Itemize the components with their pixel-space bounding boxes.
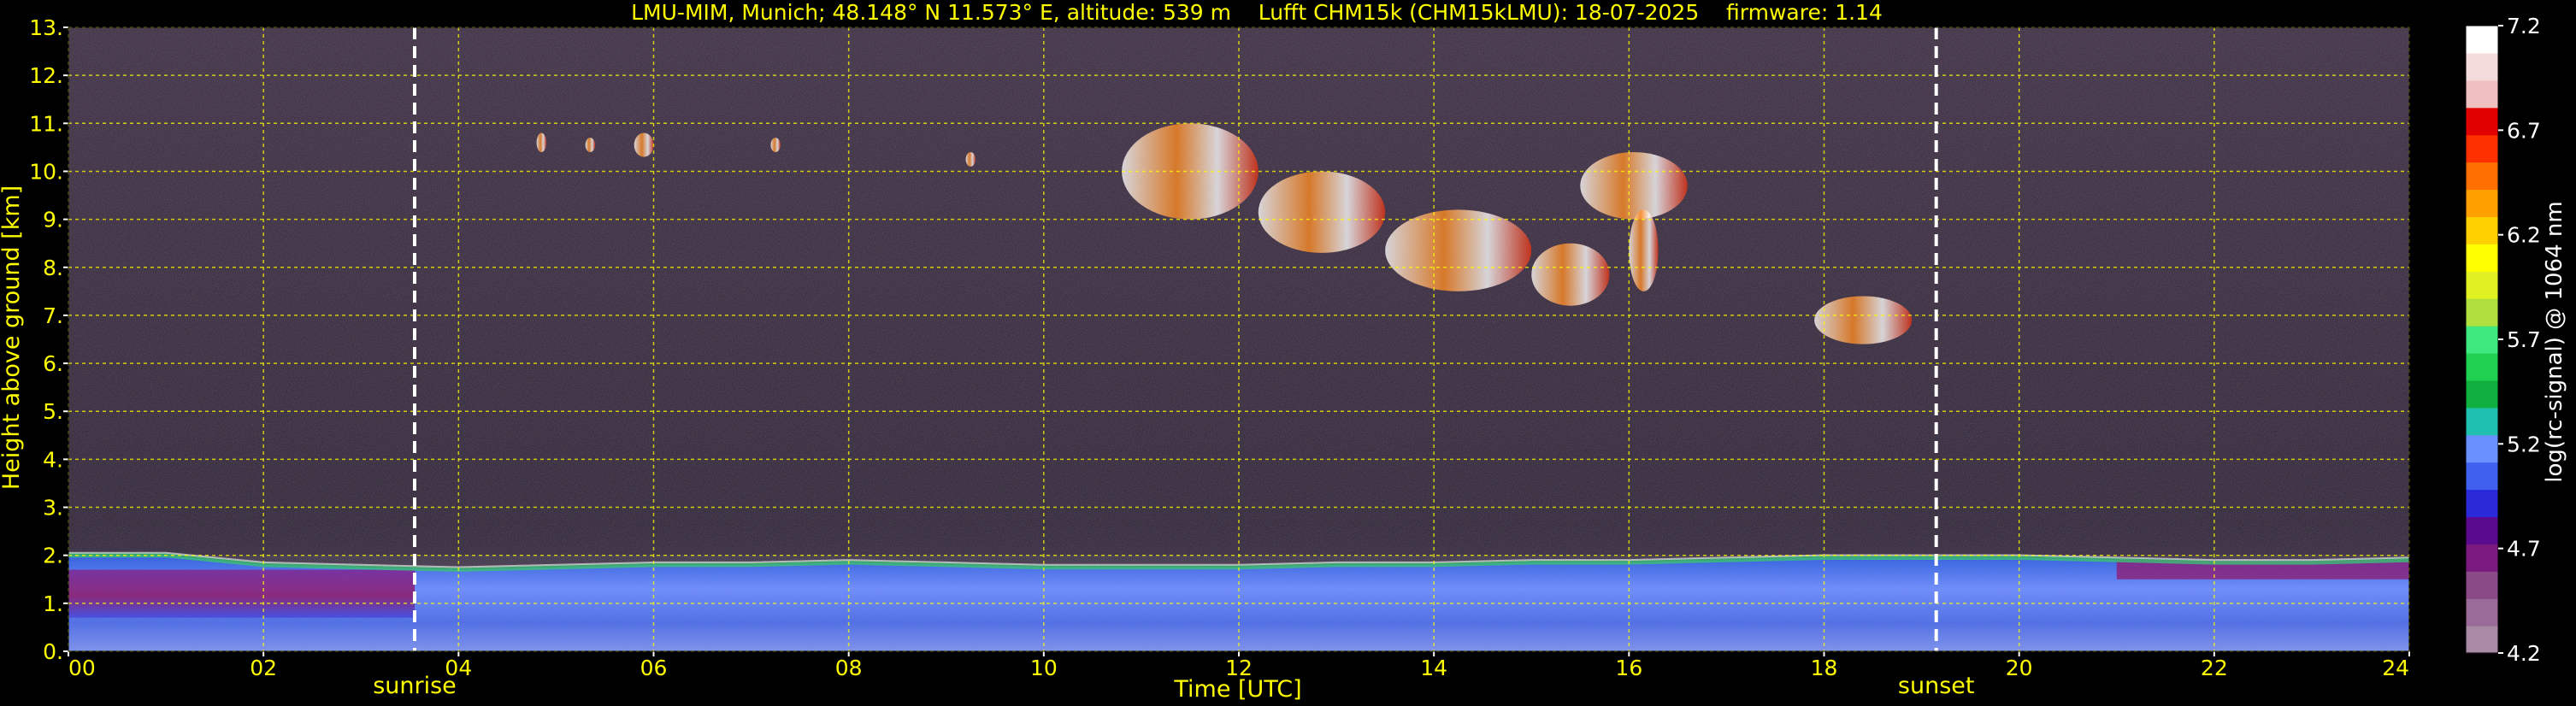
colorbar-segment	[2466, 379, 2498, 409]
sunset-label: sunset	[1898, 673, 1975, 699]
colorbar-segment	[2466, 162, 2498, 191]
colorbar-tick-label: 4.7	[2507, 537, 2541, 562]
colorbar-segment	[2466, 598, 2498, 627]
cloud-patch	[536, 132, 547, 152]
colorbar-segment	[2466, 189, 2498, 217]
colorbar-segment	[2466, 134, 2498, 163]
colorbar: 4.2 4.7 5.2 5.7 6.2 6.7 7.2	[2465, 14, 2541, 666]
y-tick-label: 8.	[43, 256, 63, 280]
chart-title: LMU-MIM, Munich; 48.148° N 11.573° E, al…	[631, 0, 1883, 25]
colorbar-tick-label: 5.2	[2507, 432, 2541, 456]
colorbar-segment	[2466, 571, 2498, 599]
y-tick-label: 4.	[43, 447, 63, 472]
x-tick-label: 00	[68, 656, 96, 680]
colorbar-segment	[2466, 79, 2498, 109]
colorbar-tick-label: 6.2	[2507, 223, 2541, 248]
colorbar-segment	[2466, 544, 2498, 572]
x-tick-label: 06	[640, 656, 668, 680]
x-tick-label: 10	[1030, 656, 1058, 680]
y-tick-label: 7.	[43, 303, 63, 328]
y-tick-label: 3.	[43, 496, 63, 521]
x-tick-label: 08	[835, 656, 863, 680]
colorbar-tick-label: 6.7	[2507, 118, 2541, 143]
colorbar-segment	[2466, 626, 2498, 654]
y-tick-label: 6.	[43, 351, 63, 376]
x-tick-label: 16	[1615, 656, 1642, 680]
cloud-patch	[634, 132, 654, 157]
colorbar-segment	[2466, 26, 2498, 54]
sunrise-label: sunrise	[373, 673, 457, 699]
colorbar-segment	[2466, 107, 2498, 136]
cloud-patch	[770, 138, 781, 152]
colorbar-segment	[2466, 52, 2498, 81]
y-axis-label: Height above ground [km]	[0, 185, 25, 490]
colorbar-segment	[2466, 298, 2498, 327]
colorbar-segment	[2466, 326, 2498, 354]
colorbar-segment	[2466, 516, 2498, 544]
colorbar-segment	[2466, 271, 2498, 299]
colorbar-tick-label: 7.2	[2507, 14, 2541, 38]
cloud-patch	[1580, 152, 1688, 220]
colorbar-tick-label: 4.2	[2507, 641, 2541, 666]
colorbar-segment	[2466, 216, 2498, 244]
colorbar-segment	[2466, 244, 2498, 272]
colorbar-segment	[2466, 434, 2498, 463]
x-tick-label: 14	[1420, 656, 1447, 680]
colorbar-tick-label: 5.7	[2507, 327, 2541, 352]
cloud-patch	[1531, 243, 1610, 306]
colorbar-segment	[2466, 407, 2498, 436]
y-tick-label: 12.	[29, 63, 63, 88]
x-tick-label: 22	[2201, 656, 2228, 680]
cloud-patch	[965, 152, 976, 167]
plot-area	[68, 27, 2410, 651]
cloud-patch	[1814, 296, 1913, 344]
y-tick-label: 5.	[43, 399, 63, 424]
colorbar-segment	[2466, 489, 2498, 518]
colorbar-label: log(rc-signal) @ 1064 nm	[2542, 201, 2567, 482]
ceilometer-chart: sunrise sunset 00 02 04 06 08 10 12 14 16 18 20 22 24…	[0, 0, 2567, 703]
x-tick-label: 20	[2006, 656, 2033, 680]
cloud-patch	[1385, 209, 1532, 291]
y-tick-label: 2.	[43, 544, 63, 568]
colorbar-segment	[2466, 352, 2498, 381]
x-tick-label: 18	[1811, 656, 1838, 680]
cloud-patch	[1629, 209, 1659, 291]
x-tick-label: 04	[445, 656, 472, 680]
y-tick-label: 0.	[43, 639, 63, 664]
y-tick-label: 9.	[43, 208, 63, 232]
x-tick-label: 02	[250, 656, 277, 680]
x-tick-label: 24	[2382, 656, 2409, 680]
y-tick-label: 13.	[29, 15, 63, 40]
cloud-patch	[585, 138, 596, 152]
x-axis-label: Time [UTC]	[1173, 676, 1301, 703]
y-tick-label: 1.	[43, 591, 63, 616]
cloud-patch	[1258, 171, 1386, 253]
colorbar-segment	[2466, 462, 2498, 491]
y-tick-label: 10.	[29, 159, 63, 184]
y-tick-label: 11.	[29, 111, 63, 136]
